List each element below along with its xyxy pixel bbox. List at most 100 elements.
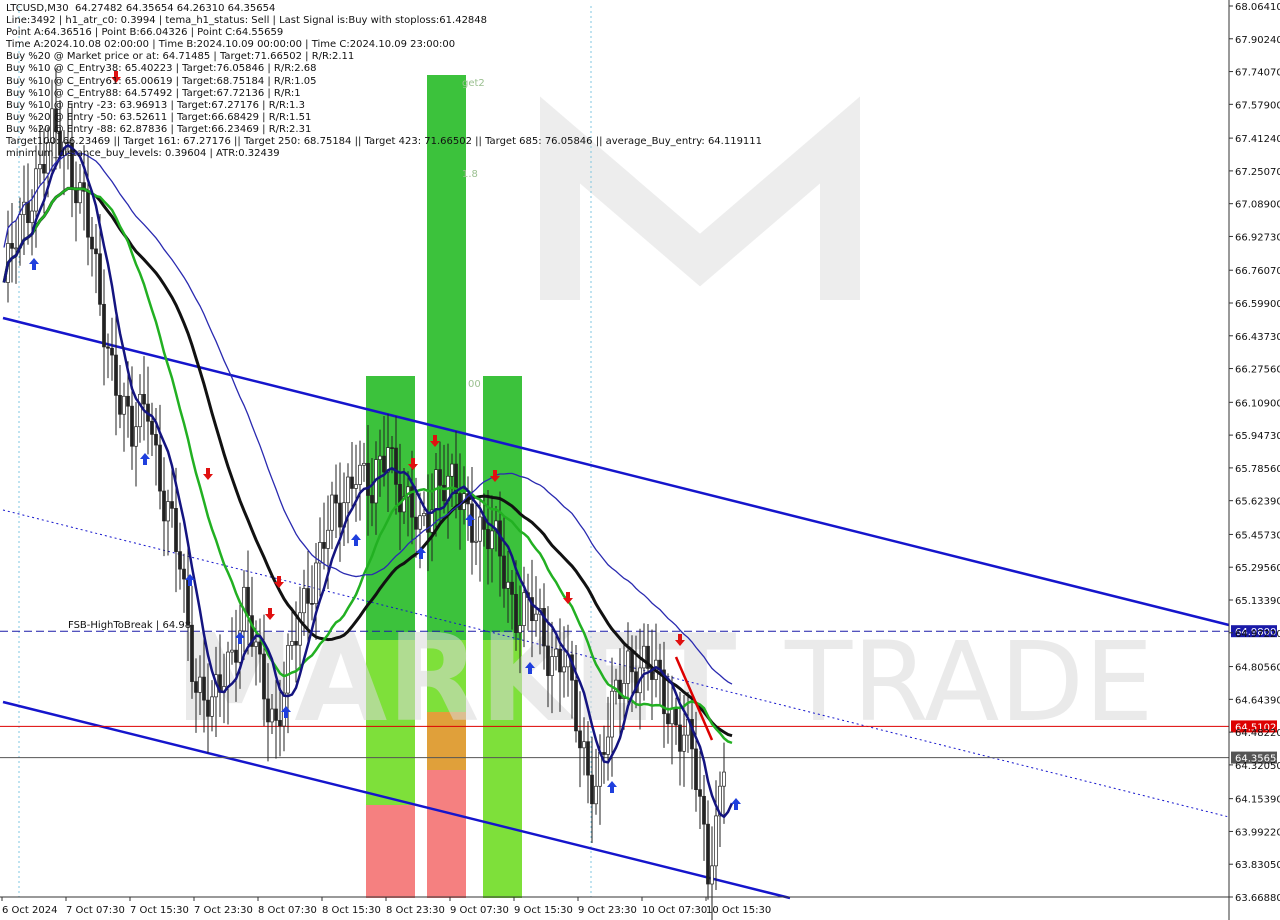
watermark-logo bbox=[540, 96, 860, 300]
candle-body bbox=[114, 354, 118, 396]
candle-body bbox=[326, 529, 330, 549]
candle-body bbox=[90, 236, 94, 250]
time-tick-label: 10 Oct 07:30 bbox=[642, 905, 707, 916]
price-tick-label: 65.62390 bbox=[1235, 497, 1280, 508]
buy-arrow-icon bbox=[731, 798, 741, 810]
candle-body bbox=[534, 613, 538, 622]
candle-body bbox=[310, 603, 314, 605]
candle-body bbox=[490, 530, 494, 550]
info-line: Time A:2024.10.08 02:00:00 | Time B:2024… bbox=[6, 39, 456, 51]
candle-body bbox=[274, 708, 278, 721]
buy-arrow-icon bbox=[29, 258, 39, 270]
candle-body bbox=[582, 741, 586, 749]
candle-body bbox=[10, 243, 14, 249]
info-line: Buy %10 @ C_Entry61: 65.00619 | Target:6… bbox=[6, 75, 317, 87]
price-tick-label: 64.48220 bbox=[1235, 728, 1280, 739]
candle-body bbox=[398, 484, 402, 513]
candle-body bbox=[210, 696, 214, 717]
price-tick-label: 66.76070 bbox=[1235, 266, 1280, 277]
candle-body bbox=[630, 650, 634, 673]
candle-body bbox=[246, 586, 250, 616]
candle-body bbox=[474, 540, 478, 543]
candle-body bbox=[350, 476, 354, 489]
sell-arrow-icon bbox=[203, 468, 213, 480]
candle-body bbox=[590, 774, 594, 805]
price-tick-label: 65.45730 bbox=[1235, 530, 1280, 541]
buy-arrow-icon bbox=[140, 453, 150, 465]
price-tick-label: 67.25070 bbox=[1235, 167, 1280, 178]
candle-body bbox=[702, 795, 706, 825]
zone-block bbox=[366, 805, 415, 898]
candle-body bbox=[518, 625, 522, 633]
info-line: Buy %20 @ Market price or at: 64.71485 |… bbox=[6, 51, 355, 63]
candle-body bbox=[354, 484, 358, 489]
price-axis: 68.06410 67.90240 67.74070 67.57900 67.41240… bbox=[1228, 0, 1280, 920]
candle-body bbox=[370, 495, 374, 504]
price-tick-label: 67.41240 bbox=[1235, 134, 1280, 145]
time-tick-label: 6 Oct 2024 bbox=[2, 905, 57, 916]
candle-body bbox=[642, 645, 646, 669]
info-line: Buy %10 @ C_Entry38: 65.40223 | Target:7… bbox=[6, 63, 317, 75]
candle-body bbox=[330, 494, 334, 531]
candle-body bbox=[182, 568, 186, 580]
candle-body bbox=[150, 420, 154, 435]
candle-body bbox=[118, 395, 122, 415]
time-tick-label: 7 Oct 23:30 bbox=[194, 905, 253, 916]
candle-body bbox=[610, 690, 614, 738]
time-tick-label: 9 Oct 07:30 bbox=[450, 905, 509, 916]
price-tick-label: 67.90240 bbox=[1235, 35, 1280, 46]
candle-body bbox=[514, 594, 518, 633]
candle-body bbox=[262, 653, 266, 700]
buy-arrow-icon bbox=[607, 781, 617, 793]
time-tick-label: 9 Oct 15:30 bbox=[514, 905, 573, 916]
price-tick-label: 63.83050 bbox=[1235, 860, 1280, 871]
candle-body bbox=[694, 748, 698, 790]
price-tick-label: 63.66880 bbox=[1235, 893, 1280, 904]
candle-body bbox=[94, 248, 98, 255]
candle-body bbox=[510, 581, 514, 595]
candle-body bbox=[202, 676, 206, 701]
candle-body bbox=[714, 815, 718, 867]
price-tick-label: 66.43730 bbox=[1235, 332, 1280, 343]
price-tick-label: 67.08900 bbox=[1235, 200, 1280, 211]
price-tick-label: 65.94730 bbox=[1235, 431, 1280, 442]
candle-body bbox=[314, 562, 318, 605]
candle-body bbox=[486, 529, 490, 550]
candle-body bbox=[102, 303, 106, 348]
candle-body bbox=[142, 394, 146, 405]
candle-body bbox=[438, 469, 442, 486]
candle-body bbox=[126, 395, 130, 407]
candle-body bbox=[362, 462, 366, 466]
candle-body bbox=[98, 253, 102, 305]
candle-body bbox=[42, 164, 46, 174]
candle-body bbox=[226, 651, 230, 687]
price-tick-label: 68.06410 bbox=[1235, 2, 1280, 13]
time-tick-label: 8 Oct 07:30 bbox=[258, 905, 317, 916]
candle-body bbox=[562, 666, 566, 673]
candle-body bbox=[26, 201, 30, 224]
price-tick-label: 66.10900 bbox=[1235, 398, 1280, 409]
info-line: Point A:64.36516 | Point B:66.04326 | Po… bbox=[6, 27, 284, 39]
price-tick-label: 64.80560 bbox=[1235, 663, 1280, 674]
candle-body bbox=[294, 641, 298, 646]
candle-body bbox=[418, 515, 422, 530]
candle-body bbox=[198, 676, 202, 693]
candle-body bbox=[586, 741, 590, 776]
price-tick-label: 67.74070 bbox=[1235, 68, 1280, 79]
candle-body bbox=[270, 708, 274, 723]
candle-body bbox=[670, 707, 674, 725]
candle-body bbox=[506, 581, 510, 589]
price-tick-label: 66.27560 bbox=[1235, 365, 1280, 376]
time-axis: 6 Oct 2024 7 Oct 07:30 7 Oct 15:30 7 Oct 23… bbox=[0, 896, 1229, 916]
time-tick-label: 7 Oct 15:30 bbox=[130, 905, 189, 916]
candle-body bbox=[138, 394, 142, 428]
candle-body bbox=[306, 588, 310, 604]
candle-body bbox=[394, 447, 398, 485]
candle-body bbox=[706, 823, 710, 885]
candle-body bbox=[194, 681, 198, 693]
candle-body bbox=[30, 210, 34, 224]
sell-arrow-icon bbox=[563, 592, 573, 604]
price-tick-label: 65.13390 bbox=[1235, 596, 1280, 607]
zone-block bbox=[427, 770, 466, 898]
info-line: Buy %10 @ Entry -23: 63.96913 | Target:6… bbox=[6, 99, 305, 111]
